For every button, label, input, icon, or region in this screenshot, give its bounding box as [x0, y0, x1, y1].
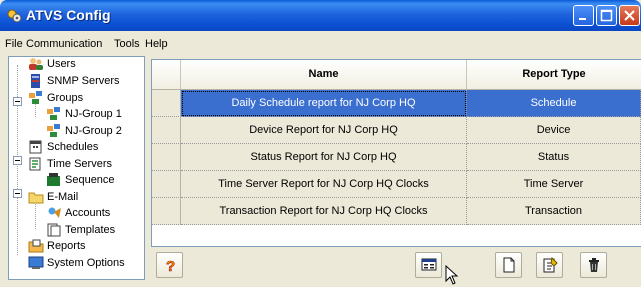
reports-icon [28, 239, 44, 253]
calendar-icon [29, 140, 42, 154]
menu-bar: File Communication Tools Help [0, 36, 641, 54]
menu-tools[interactable]: Tools [114, 38, 140, 50]
report-view-icon [421, 258, 437, 271]
table-row[interactable]: Time Server Report for NJ Corp HQ Clocks… [152, 171, 641, 198]
cell-report-type[interactable]: Schedule [467, 90, 641, 117]
groups-collapse-toggle[interactable] [13, 97, 22, 106]
time-servers-collapse-toggle[interactable] [13, 156, 22, 165]
app-window: ATVS Config File Communication Tools Hel… [0, 0, 641, 287]
title-bar[interactable]: ATVS Config [0, 0, 641, 31]
edit-document-icon [543, 257, 558, 273]
cell-name[interactable]: Daily Schedule report for NJ Corp HQ [181, 90, 467, 117]
svg-text:?: ? [166, 258, 175, 273]
tree-item-time-servers[interactable]: Time Servers [28, 156, 112, 172]
column-header-name[interactable]: Name [181, 60, 467, 89]
cell-name[interactable]: Device Report for NJ Corp HQ [181, 117, 467, 144]
minimize-button[interactable] [573, 5, 594, 26]
table-row[interactable]: Status Report for NJ Corp HQ Status [152, 144, 641, 171]
menu-help[interactable]: Help [145, 38, 168, 50]
row-header-corner [152, 60, 181, 89]
cell-name[interactable]: Status Report for NJ Corp HQ [181, 144, 467, 171]
grid-header: Name Report Type [152, 60, 641, 90]
menu-communication[interactable]: Communication [26, 38, 102, 50]
tree-item-schedules[interactable]: Schedules [28, 139, 98, 155]
cell-name[interactable]: Transaction Report for NJ Corp HQ Clocks [181, 198, 467, 225]
close-icon [624, 10, 635, 21]
menu-file[interactable]: File [5, 38, 23, 50]
cell-report-type[interactable]: Device [467, 117, 641, 144]
tree-item-reports[interactable]: Reports [28, 238, 86, 254]
folder-icon [28, 192, 44, 204]
tree-item-nj-group-2[interactable]: NJ-Group 2 [46, 123, 122, 139]
window-title: ATVS Config [26, 7, 111, 23]
tree-item-nj-group-1[interactable]: NJ-Group 1 [46, 106, 122, 122]
accounts-icon [48, 207, 61, 218]
reports-grid[interactable]: Name Report Type Daily Schedule report f… [151, 59, 641, 247]
tree-item-sequence[interactable]: Sequence [46, 172, 115, 188]
tree-item-accounts[interactable]: Accounts [46, 205, 110, 221]
groups-icon [29, 91, 42, 104]
template-icon [47, 223, 61, 237]
minimize-icon [579, 18, 586, 20]
group-icon [47, 107, 60, 120]
table-row[interactable]: Daily Schedule report for NJ Corp HQ Sch… [152, 90, 641, 117]
tree-item-groups[interactable]: Groups [28, 90, 83, 106]
cell-report-type[interactable]: Time Server [467, 171, 641, 198]
edit-report-button[interactable] [536, 252, 563, 278]
system-options-icon [28, 256, 44, 269]
cell-report-type[interactable]: Status [467, 144, 641, 171]
close-button[interactable] [619, 5, 640, 26]
mouse-cursor-icon [445, 265, 459, 285]
sequence-icon [47, 173, 60, 186]
email-collapse-toggle[interactable] [13, 189, 22, 198]
trash-icon [589, 258, 599, 272]
group-icon [47, 124, 60, 137]
delete-report-button[interactable] [580, 252, 607, 278]
help-button[interactable]: ? [156, 252, 183, 278]
time-server-icon [29, 157, 41, 171]
tree-item-templates[interactable]: Templates [46, 222, 115, 238]
column-header-report-type[interactable]: Report Type [467, 60, 641, 89]
table-row[interactable]: Transaction Report for NJ Corp HQ Clocks… [152, 198, 641, 225]
users-icon [29, 58, 43, 70]
navigation-tree[interactable]: Users SNMP Servers Groups NJ-Group 1 NJ-… [8, 56, 145, 280]
cell-name[interactable]: Time Server Report for NJ Corp HQ Clocks [181, 171, 467, 198]
table-row[interactable]: Device Report for NJ Corp HQ Device [152, 117, 641, 144]
action-toolbar: ? [151, 247, 641, 283]
server-icon [31, 74, 40, 88]
new-report-button[interactable] [495, 252, 522, 278]
tree-item-users[interactable]: Users [28, 56, 76, 72]
cell-report-type[interactable]: Transaction [467, 198, 641, 225]
app-icon [7, 9, 22, 23]
question-mark-icon: ? [166, 258, 176, 273]
tree-item-system-options[interactable]: System Options [28, 255, 125, 271]
maximize-button[interactable] [596, 5, 617, 26]
tree-item-snmp-servers[interactable]: SNMP Servers [28, 73, 120, 89]
new-document-icon [503, 257, 515, 273]
view-report-button[interactable] [415, 252, 442, 278]
tree-item-email[interactable]: E-Mail [28, 189, 78, 205]
maximize-icon [600, 9, 613, 22]
